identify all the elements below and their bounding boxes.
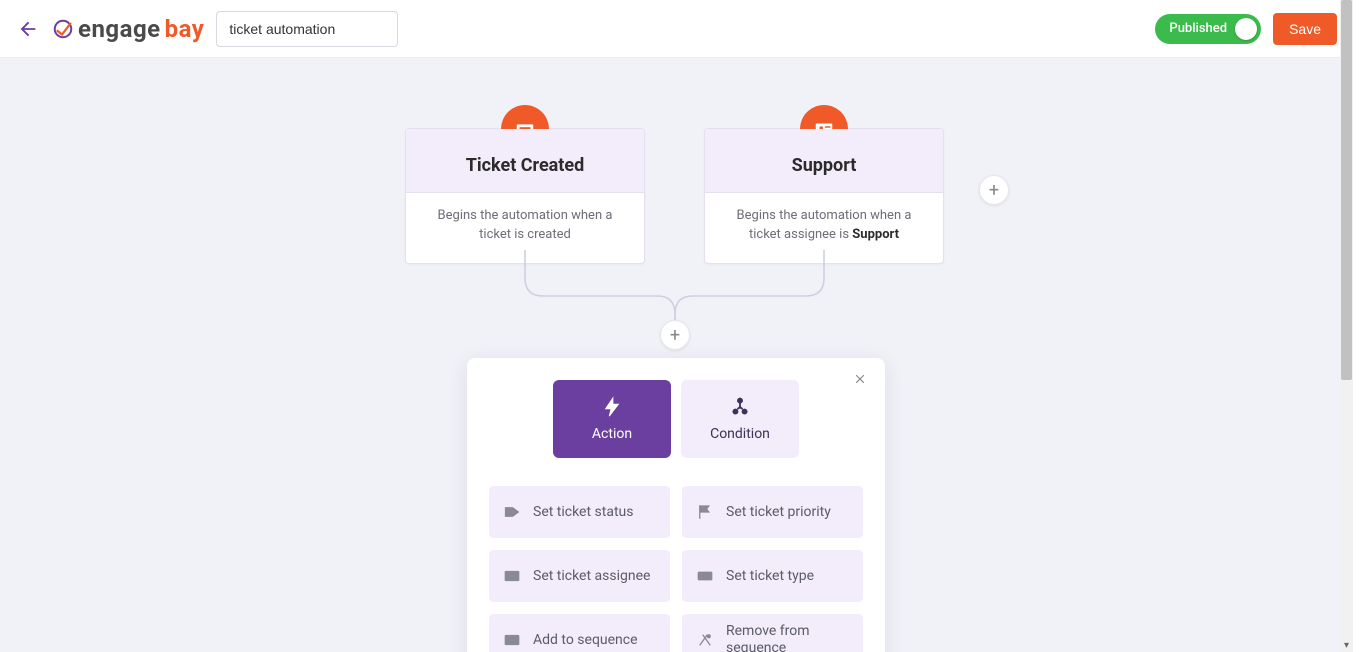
mail-icon <box>503 631 521 649</box>
step-chooser-panel: Action Condition Set ticket status Set t… <box>467 358 885 652</box>
published-toggle-label: Published <box>1169 21 1227 36</box>
topbar: engagebay Published Save <box>0 0 1353 58</box>
action-item-label: Remove from sequence <box>726 623 849 652</box>
scrollbar-down-icon[interactable]: ▾ <box>1340 638 1353 652</box>
action-remove-from-sequence[interactable]: Remove from sequence <box>682 614 863 652</box>
trigger-description: Begins the automation when a ticket is c… <box>406 193 644 263</box>
trigger-title: Ticket Created <box>416 155 634 176</box>
tab-condition-label: Condition <box>710 426 770 442</box>
engagebay-logo: engagebay <box>52 15 204 43</box>
trigger-card-support[interactable]: Support Begins the automation when a tic… <box>704 128 944 264</box>
tab-action[interactable]: Action <box>553 380 671 458</box>
logo-text-2: bay <box>165 15 205 43</box>
back-button[interactable] <box>16 17 40 41</box>
flag-icon <box>696 503 714 521</box>
action-set-ticket-status[interactable]: Set ticket status <box>489 486 670 538</box>
automation-name-input[interactable] <box>216 11 398 47</box>
ticket-icon <box>696 567 714 585</box>
vertical-scrollbar[interactable]: ▾ <box>1340 0 1353 652</box>
automation-canvas[interactable]: Ticket Created Begins the automation whe… <box>0 58 1353 652</box>
tag-icon <box>503 503 521 521</box>
scrollbar-thumb[interactable] <box>1341 0 1352 380</box>
trigger-description: Begins the automation when a ticket assi… <box>705 193 943 263</box>
action-item-label: Set ticket priority <box>726 504 831 521</box>
toggle-knob-icon <box>1235 18 1257 40</box>
tab-action-label: Action <box>592 426 632 442</box>
logo-text-1: engage <box>78 15 161 43</box>
action-item-label: Add to sequence <box>533 632 638 649</box>
save-button[interactable]: Save <box>1273 13 1337 45</box>
action-set-ticket-assignee[interactable]: Set ticket assignee <box>489 550 670 602</box>
add-step-button[interactable]: + <box>660 320 690 350</box>
add-trigger-button[interactable]: + <box>979 175 1009 205</box>
close-button[interactable] <box>849 368 871 390</box>
action-item-label: Set ticket assignee <box>533 568 650 585</box>
published-toggle[interactable]: Published <box>1155 14 1261 44</box>
id-card-icon <box>503 567 521 585</box>
tab-condition[interactable]: Condition <box>681 380 799 458</box>
action-add-to-sequence[interactable]: Add to sequence <box>489 614 670 652</box>
trigger-card-ticket-created[interactable]: Ticket Created Begins the automation whe… <box>405 128 645 264</box>
logo-mark-icon <box>52 18 74 40</box>
trigger-title: Support <box>715 155 933 176</box>
remove-icon <box>696 631 714 649</box>
action-set-ticket-type[interactable]: Set ticket type <box>682 550 863 602</box>
action-item-label: Set ticket status <box>533 504 633 521</box>
action-set-ticket-priority[interactable]: Set ticket priority <box>682 486 863 538</box>
action-item-label: Set ticket type <box>726 568 814 585</box>
